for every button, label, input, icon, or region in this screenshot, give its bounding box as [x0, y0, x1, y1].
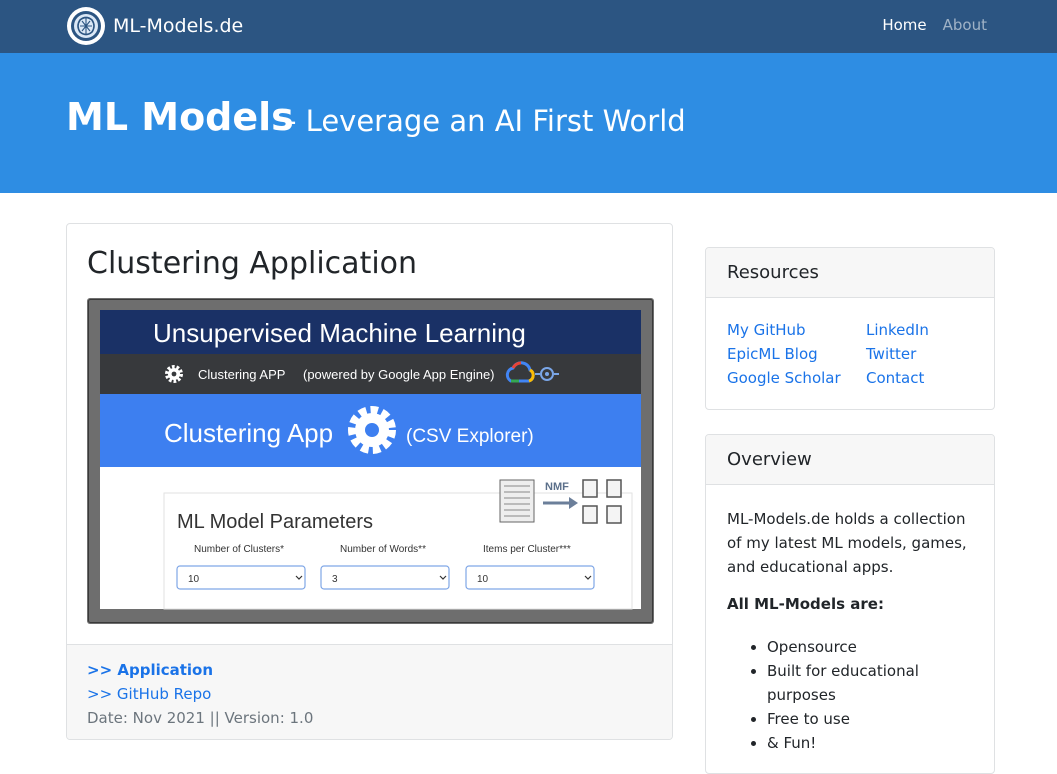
overview-text: ML-Models.de holds a collection of my la…: [727, 510, 967, 576]
image-banner-title: Unsupervised Machine Learning: [153, 318, 526, 348]
navbar: ML-Models.de Home About: [0, 0, 1057, 53]
post-card: Clustering Application Unsupervised Mach…: [66, 223, 673, 740]
hero-title: ML Models: [66, 95, 294, 139]
overview-card: Overview ML-Models.de holds a collection…: [705, 434, 995, 774]
image-app-line: Clustering APP: [198, 367, 285, 382]
hero-banner: ML Models - Leverage an AI First World: [0, 53, 1057, 193]
post-title: Clustering Application: [87, 246, 418, 281]
brand-name: ML-Models.de: [113, 15, 244, 37]
resources-title: Resources: [727, 262, 819, 283]
application-link[interactable]: >> Application: [87, 661, 213, 679]
image-select-words: [320, 565, 450, 590]
link-linkedin[interactable]: LinkedIn: [866, 321, 929, 339]
overview-header: Overview: [706, 435, 994, 485]
resources-card: Resources My GitHub EpicML Blog Google S…: [705, 247, 995, 410]
link-google-scholar[interactable]: Google Scholar: [727, 369, 841, 387]
list-item: Free to use: [767, 707, 977, 731]
list-item: Opensource: [767, 635, 977, 659]
brain-chip-icon: [67, 7, 105, 45]
list-item: & Fun!: [767, 731, 977, 755]
brand-link[interactable]: ML-Models.de: [66, 6, 243, 46]
image-select-clusters-value: 10: [188, 574, 200, 585]
post-meta: Date: Nov 2021 || Version: 1.0: [87, 709, 314, 727]
link-epicml-blog[interactable]: EpicML Blog: [727, 345, 818, 363]
nav-home[interactable]: Home: [882, 16, 926, 34]
post-card-footer: >> Application >> GitHub Repo Date: Nov …: [67, 644, 672, 739]
image-nmf-label: NMF: [545, 481, 569, 493]
documents-stack-icon: [499, 479, 535, 523]
image-param-label-clusters: Number of Clusters*: [194, 544, 284, 555]
image-param-label-words: Number of Words**: [340, 544, 426, 555]
overview-title: Overview: [727, 449, 812, 470]
image-powered-by: (powered by Google App Engine): [303, 367, 495, 382]
image-param-label-items: Items per Cluster***: [483, 544, 571, 555]
image-select-items-value: 10: [477, 574, 489, 585]
github-repo-link[interactable]: >> GitHub Repo: [87, 685, 211, 703]
post-preview-image[interactable]: Unsupervised Machine Learning Clustering…: [87, 298, 654, 624]
overview-list: Opensource Built for educational purpose…: [727, 635, 977, 755]
nav-links: Home About: [866, 16, 987, 34]
hero-subtitle: - Leverage an AI First World: [286, 104, 686, 138]
link-contact[interactable]: Contact: [866, 369, 924, 387]
image-app-title: Clustering App: [164, 418, 333, 448]
link-twitter[interactable]: Twitter: [866, 345, 916, 363]
overview-bold-heading: All ML-Models are:: [727, 595, 884, 613]
list-item: Built for educational purposes: [767, 659, 977, 707]
image-app-subtitle: (CSV Explorer): [406, 426, 534, 447]
image-params-title: ML Model Parameters: [177, 511, 373, 533]
nav-about[interactable]: About: [943, 16, 987, 34]
link-my-github[interactable]: My GitHub: [727, 321, 806, 339]
image-select-words-value: 3: [332, 574, 338, 585]
resources-header: Resources: [706, 248, 994, 298]
